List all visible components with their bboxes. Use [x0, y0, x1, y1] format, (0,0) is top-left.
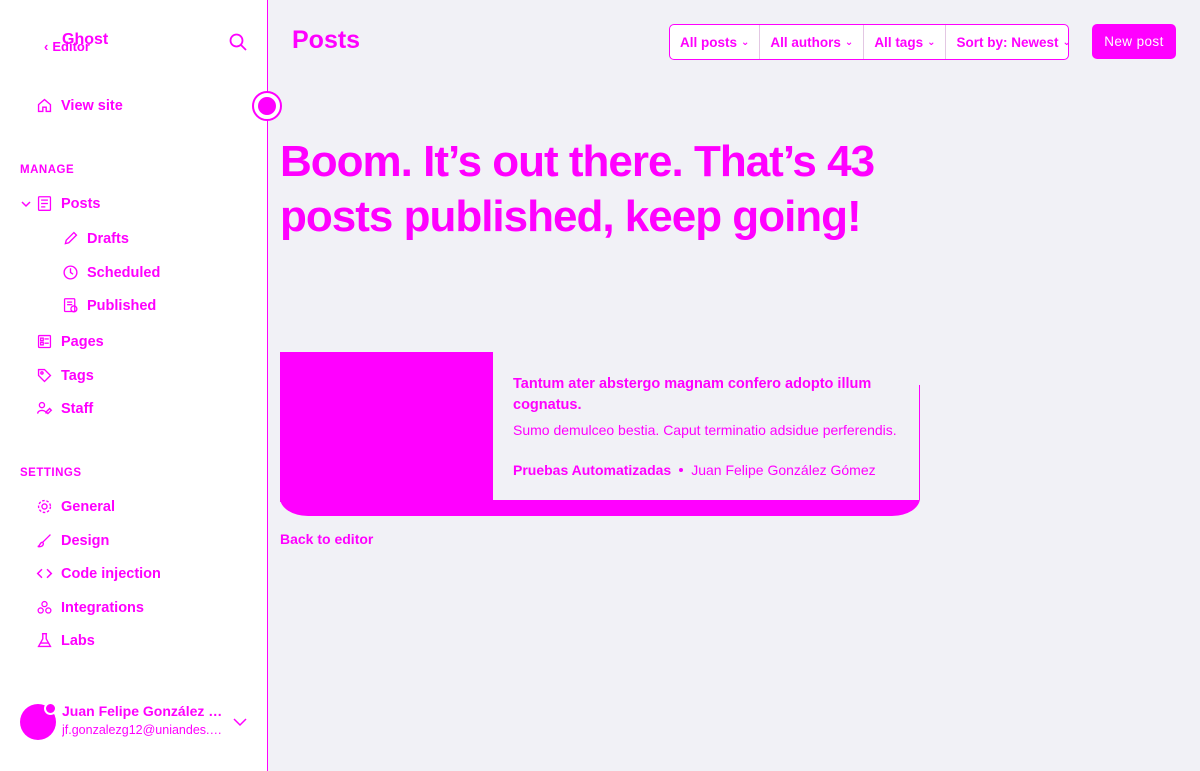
sidebar-item-staff[interactable]: Staff [36, 400, 93, 417]
back-to-editor-link[interactable]: ‹ Editor [44, 39, 90, 54]
filter-bar: All posts ⌄ All authors ⌄ All tags ⌄ Sor… [669, 24, 1071, 60]
filter-tag-dropdown[interactable]: All tags ⌄ [864, 25, 947, 59]
sidebar-item-labs[interactable]: Labs [36, 632, 95, 649]
back-to-editor-link[interactable]: Back to editor [280, 531, 373, 547]
sidebar-item-pages[interactable]: Pages [36, 333, 104, 350]
chevron-left-icon: ‹ [44, 39, 49, 54]
sidebar-item-label: Code injection [61, 565, 161, 582]
user-name[interactable]: Juan Felipe González Gómez [62, 703, 224, 719]
sidebar-item-design[interactable]: Design [36, 532, 109, 549]
sidebar-item-general[interactable]: General [36, 498, 115, 515]
post-excerpt: Sumo demulceo bestia. Caput terminatio a… [513, 422, 897, 438]
chevron-down-icon: ⌄ [741, 36, 750, 48]
status-dot [44, 702, 57, 715]
filter-author-dropdown[interactable]: All authors ⌄ [760, 25, 865, 59]
filter-label: All tags [874, 34, 924, 50]
sidebar-item-label: Labs [61, 632, 95, 649]
sidebar-item-label: Design [61, 532, 110, 549]
chevron-down-icon: ⌄ [927, 36, 936, 48]
sidebar-item-integrations[interactable]: Integrations [36, 599, 144, 616]
chevron-down-icon: ⌄ [1062, 36, 1071, 48]
pages-icon [37, 334, 52, 349]
filter-label: Sort by: Newest [956, 34, 1059, 50]
sidebar-item-label: General [61, 498, 115, 515]
gear-icon [37, 499, 52, 514]
published-post-card[interactable]: Tantum ater abstergo magnam confero adop… [280, 352, 920, 516]
home-icon [37, 98, 52, 113]
sidebar-item-tags[interactable]: Tags [36, 367, 94, 384]
search-icon[interactable] [228, 32, 248, 52]
sidebar-item-posts[interactable]: Posts [36, 195, 101, 212]
sidebar-item-label: Staff [61, 400, 94, 417]
manage-section-label: MANAGE [20, 164, 75, 176]
sidebar-item-label: View site [61, 97, 123, 114]
filter-label: All authors [770, 34, 841, 50]
sidebar-item-label: Pages [61, 333, 104, 350]
sidebar: Ghost ‹ Editor View site MANAGE Posts Dr… [0, 0, 268, 771]
published-icon [63, 298, 78, 313]
page-title: Posts [292, 26, 361, 54]
sidebar-item-label: Posts [61, 195, 101, 212]
separator-dot [679, 468, 684, 472]
sidebar-item-code-injection[interactable]: Code injection [36, 565, 161, 582]
sidebar-item-view-site[interactable]: View site [36, 97, 123, 114]
sidebar-item-label: Tags [61, 367, 94, 384]
post-title[interactable]: Tantum ater abstergo magnam confero adop… [513, 374, 903, 416]
publish-celebration-heading: Boom. It’s out there. That’s 43 posts pu… [280, 137, 875, 241]
new-post-button[interactable]: New post [1092, 24, 1176, 59]
sidebar-item-label: Scheduled [87, 264, 161, 281]
sidebar-item-label: Integrations [61, 599, 144, 616]
posts-icon [37, 196, 52, 211]
filter-label: All posts [680, 34, 738, 50]
back-to-editor-label: Editor [52, 39, 90, 54]
pencil-icon [64, 231, 78, 245]
settings-section-label: SETTINGS [20, 467, 82, 479]
sidebar-item-drafts[interactable]: Drafts [62, 230, 129, 247]
code-icon [36, 568, 53, 579]
filter-type-dropdown[interactable]: All posts ⌄ [670, 25, 761, 59]
user-email: jf.gonzalezg12@uniandes.edu.co [62, 723, 224, 737]
flask-icon [37, 633, 52, 648]
sidebar-item-scheduled[interactable]: Scheduled [62, 264, 160, 281]
staff-icon [37, 401, 53, 415]
sidebar-item-published[interactable]: Published [62, 297, 156, 314]
sidebar-item-label: Drafts [87, 230, 129, 247]
sidebar-item-label: Published [87, 297, 157, 314]
post-feature-image [280, 352, 493, 502]
brush-icon [37, 534, 51, 548]
chevron-down-icon[interactable] [20, 198, 32, 210]
post-author: Juan Felipe González Gómez [691, 462, 876, 478]
post-meta: Pruebas Automatizadas Juan Felipe Gonzál… [513, 462, 876, 478]
sort-dropdown[interactable]: Sort by: Newest ⌄ [946, 25, 1080, 59]
post-tag: Pruebas Automatizadas [513, 462, 672, 478]
sidebar-resize-handle[interactable] [252, 91, 282, 121]
clock-icon [63, 265, 78, 280]
chevron-down-icon[interactable] [232, 714, 248, 730]
integrations-icon [37, 600, 52, 614]
tag-icon [37, 368, 52, 383]
chevron-down-icon: ⌄ [844, 36, 854, 48]
